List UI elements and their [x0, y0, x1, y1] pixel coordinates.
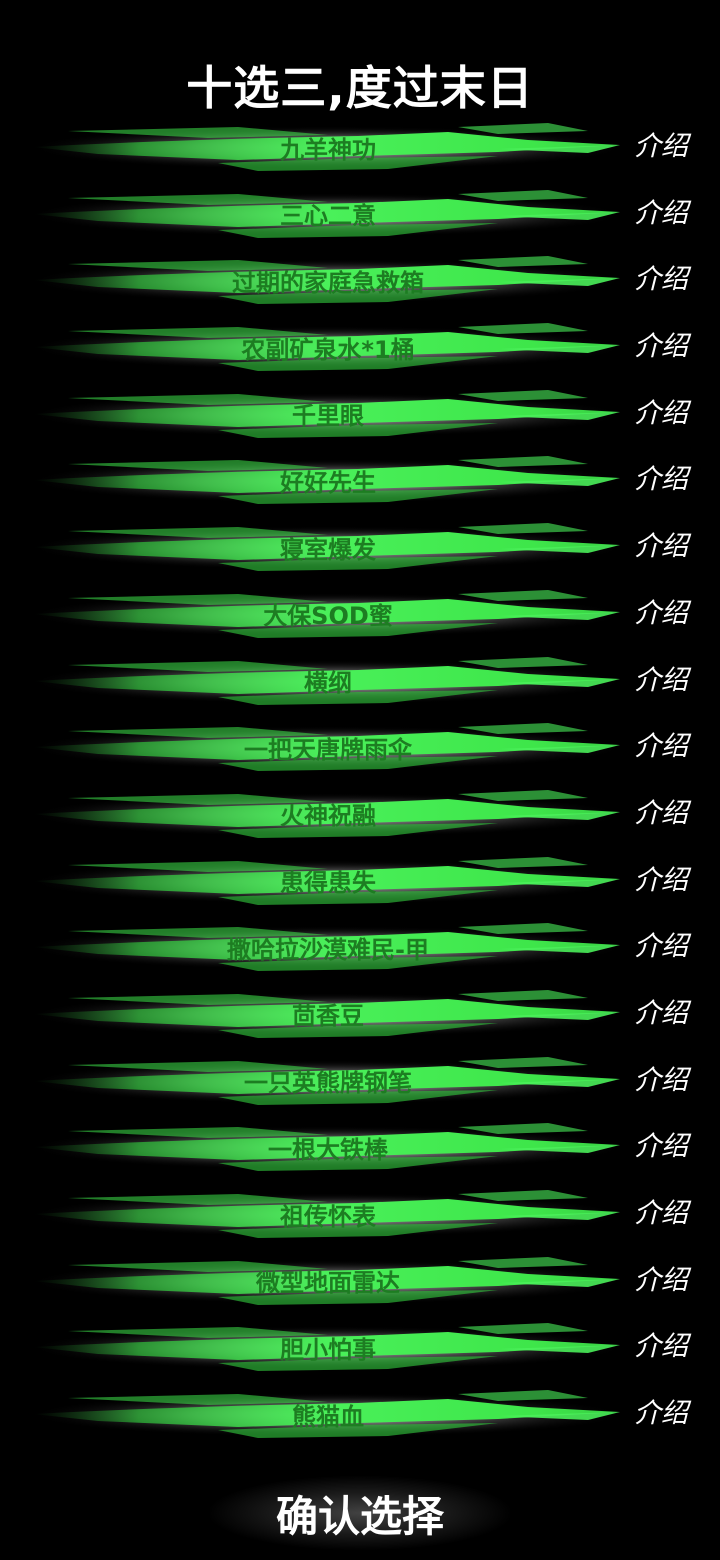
- option-row: 农副矿泉水*1桶 介绍: [0, 313, 720, 380]
- option-select-button[interactable]: 火神祝融: [28, 786, 628, 842]
- brush-stroke-icon: [28, 1256, 628, 1305]
- intro-link[interactable]: 介绍: [634, 460, 688, 500]
- option-select-button[interactable]: 熊猫血: [28, 1386, 628, 1442]
- brush-stroke-icon: [28, 1390, 628, 1439]
- option-select-button[interactable]: 祖传怀表: [28, 1186, 628, 1242]
- brush-stroke-icon: [28, 589, 628, 638]
- option-select-button[interactable]: 一把天唐牌雨伞: [28, 719, 628, 775]
- option-row: 千里眼 介绍: [0, 380, 720, 447]
- intro-link[interactable]: 介绍: [634, 794, 688, 834]
- brush-stroke-icon: [28, 1190, 628, 1238]
- option-select-button[interactable]: 农副矿泉水*1桶: [28, 319, 628, 375]
- intro-link[interactable]: 介绍: [634, 1394, 688, 1434]
- option-select-button[interactable]: 千里眼: [28, 386, 628, 442]
- option-select-button[interactable]: 微型地面雷达: [28, 1253, 628, 1309]
- intro-link[interactable]: 介绍: [634, 1127, 688, 1167]
- option-select-button[interactable]: 横纲: [28, 653, 628, 709]
- option-select-button[interactable]: 一只英熊牌钢笔: [28, 1053, 628, 1109]
- intro-link[interactable]: 介绍: [634, 1261, 688, 1301]
- intro-link[interactable]: 介绍: [634, 1061, 688, 1101]
- option-row: 三心二意 介绍: [0, 180, 720, 247]
- option-select-button[interactable]: 一根大铁棒: [28, 1119, 628, 1175]
- brush-stroke-icon: [28, 456, 628, 505]
- intro-link[interactable]: 介绍: [634, 1327, 688, 1367]
- intro-link[interactable]: 介绍: [634, 994, 688, 1034]
- intro-link[interactable]: 介绍: [634, 394, 688, 434]
- brush-stroke-icon: [28, 389, 628, 438]
- intro-link[interactable]: 介绍: [634, 127, 688, 167]
- brush-stroke-icon: [28, 123, 628, 171]
- option-select-button[interactable]: 寝室爆发: [28, 519, 628, 575]
- intro-link[interactable]: 介绍: [634, 327, 688, 367]
- option-row: 撒哈拉沙漠难民-甲 介绍: [0, 913, 720, 980]
- option-row: 一根大铁棒 介绍: [0, 1113, 720, 1180]
- option-select-button[interactable]: 九羊神功: [28, 119, 628, 175]
- brush-stroke-icon: [28, 789, 628, 838]
- option-row: 患得患失 介绍: [0, 847, 720, 914]
- option-row: 祖传怀表 介绍: [0, 1180, 720, 1247]
- brush-stroke-icon: [28, 323, 628, 372]
- confirm-label: 确认选择: [275, 1491, 444, 1541]
- option-row: 熊猫血 介绍: [0, 1380, 720, 1447]
- brush-stroke-icon: [28, 923, 628, 972]
- intro-link[interactable]: 介绍: [634, 594, 688, 634]
- option-row: 火神祝融 介绍: [0, 780, 720, 847]
- option-select-button[interactable]: 好好先生: [28, 452, 628, 508]
- option-select-button[interactable]: 大保SOD蜜: [28, 586, 628, 642]
- intro-link[interactable]: 介绍: [634, 661, 688, 701]
- option-select-button[interactable]: 三心二意: [28, 186, 628, 242]
- option-row: 茴香豆 介绍: [0, 980, 720, 1047]
- intro-link[interactable]: 介绍: [634, 194, 688, 234]
- intro-link[interactable]: 介绍: [634, 861, 688, 901]
- brush-stroke-icon: [28, 856, 628, 905]
- intro-link[interactable]: 介绍: [634, 527, 688, 567]
- brush-stroke-icon: [28, 189, 628, 238]
- option-row: 大保SOD蜜 介绍: [0, 580, 720, 647]
- option-row: 九羊神功 介绍: [0, 113, 720, 180]
- option-row: 过期的家庭急救箱 介绍: [0, 246, 720, 313]
- option-row: 一把天唐牌雨伞 介绍: [0, 713, 720, 780]
- option-select-button[interactable]: 撒哈拉沙漠难民-甲: [28, 919, 628, 975]
- option-row: 一只英熊牌钢笔 介绍: [0, 1047, 720, 1114]
- option-select-button[interactable]: 患得患失: [28, 853, 628, 909]
- brush-stroke-icon: [28, 656, 628, 705]
- page-title: 十选三,度过末日: [186, 61, 534, 115]
- intro-link[interactable]: 介绍: [634, 1194, 688, 1234]
- option-select-button[interactable]: 茴香豆: [28, 986, 628, 1042]
- brush-stroke-icon: [28, 1323, 628, 1372]
- intro-link[interactable]: 介绍: [634, 260, 688, 300]
- option-select-button[interactable]: 胆小怕事: [28, 1319, 628, 1375]
- brush-stroke-icon: [28, 256, 628, 305]
- brush-stroke-icon: [28, 989, 628, 1038]
- intro-link[interactable]: 介绍: [634, 727, 688, 767]
- brush-stroke-icon: [28, 523, 628, 572]
- option-row: 横纲 介绍: [0, 647, 720, 714]
- confirm-button[interactable]: 确认选择: [210, 1476, 510, 1550]
- option-row: 寝室爆发 介绍: [0, 513, 720, 580]
- brush-stroke-icon: [28, 1123, 628, 1172]
- intro-link[interactable]: 介绍: [634, 927, 688, 967]
- option-select-button[interactable]: 过期的家庭急救箱: [28, 252, 628, 308]
- brush-stroke-icon: [28, 723, 628, 772]
- option-row: 微型地面雷达 介绍: [0, 1247, 720, 1314]
- item-list: 九羊神功 介绍 三心二意 介绍 过期的家庭急救箱 介绍 农副矿泉水*1桶 介绍 …: [0, 113, 720, 1447]
- option-row: 胆小怕事 介绍: [0, 1313, 720, 1380]
- brush-stroke-icon: [28, 1056, 628, 1105]
- option-row: 好好先生 介绍: [0, 446, 720, 513]
